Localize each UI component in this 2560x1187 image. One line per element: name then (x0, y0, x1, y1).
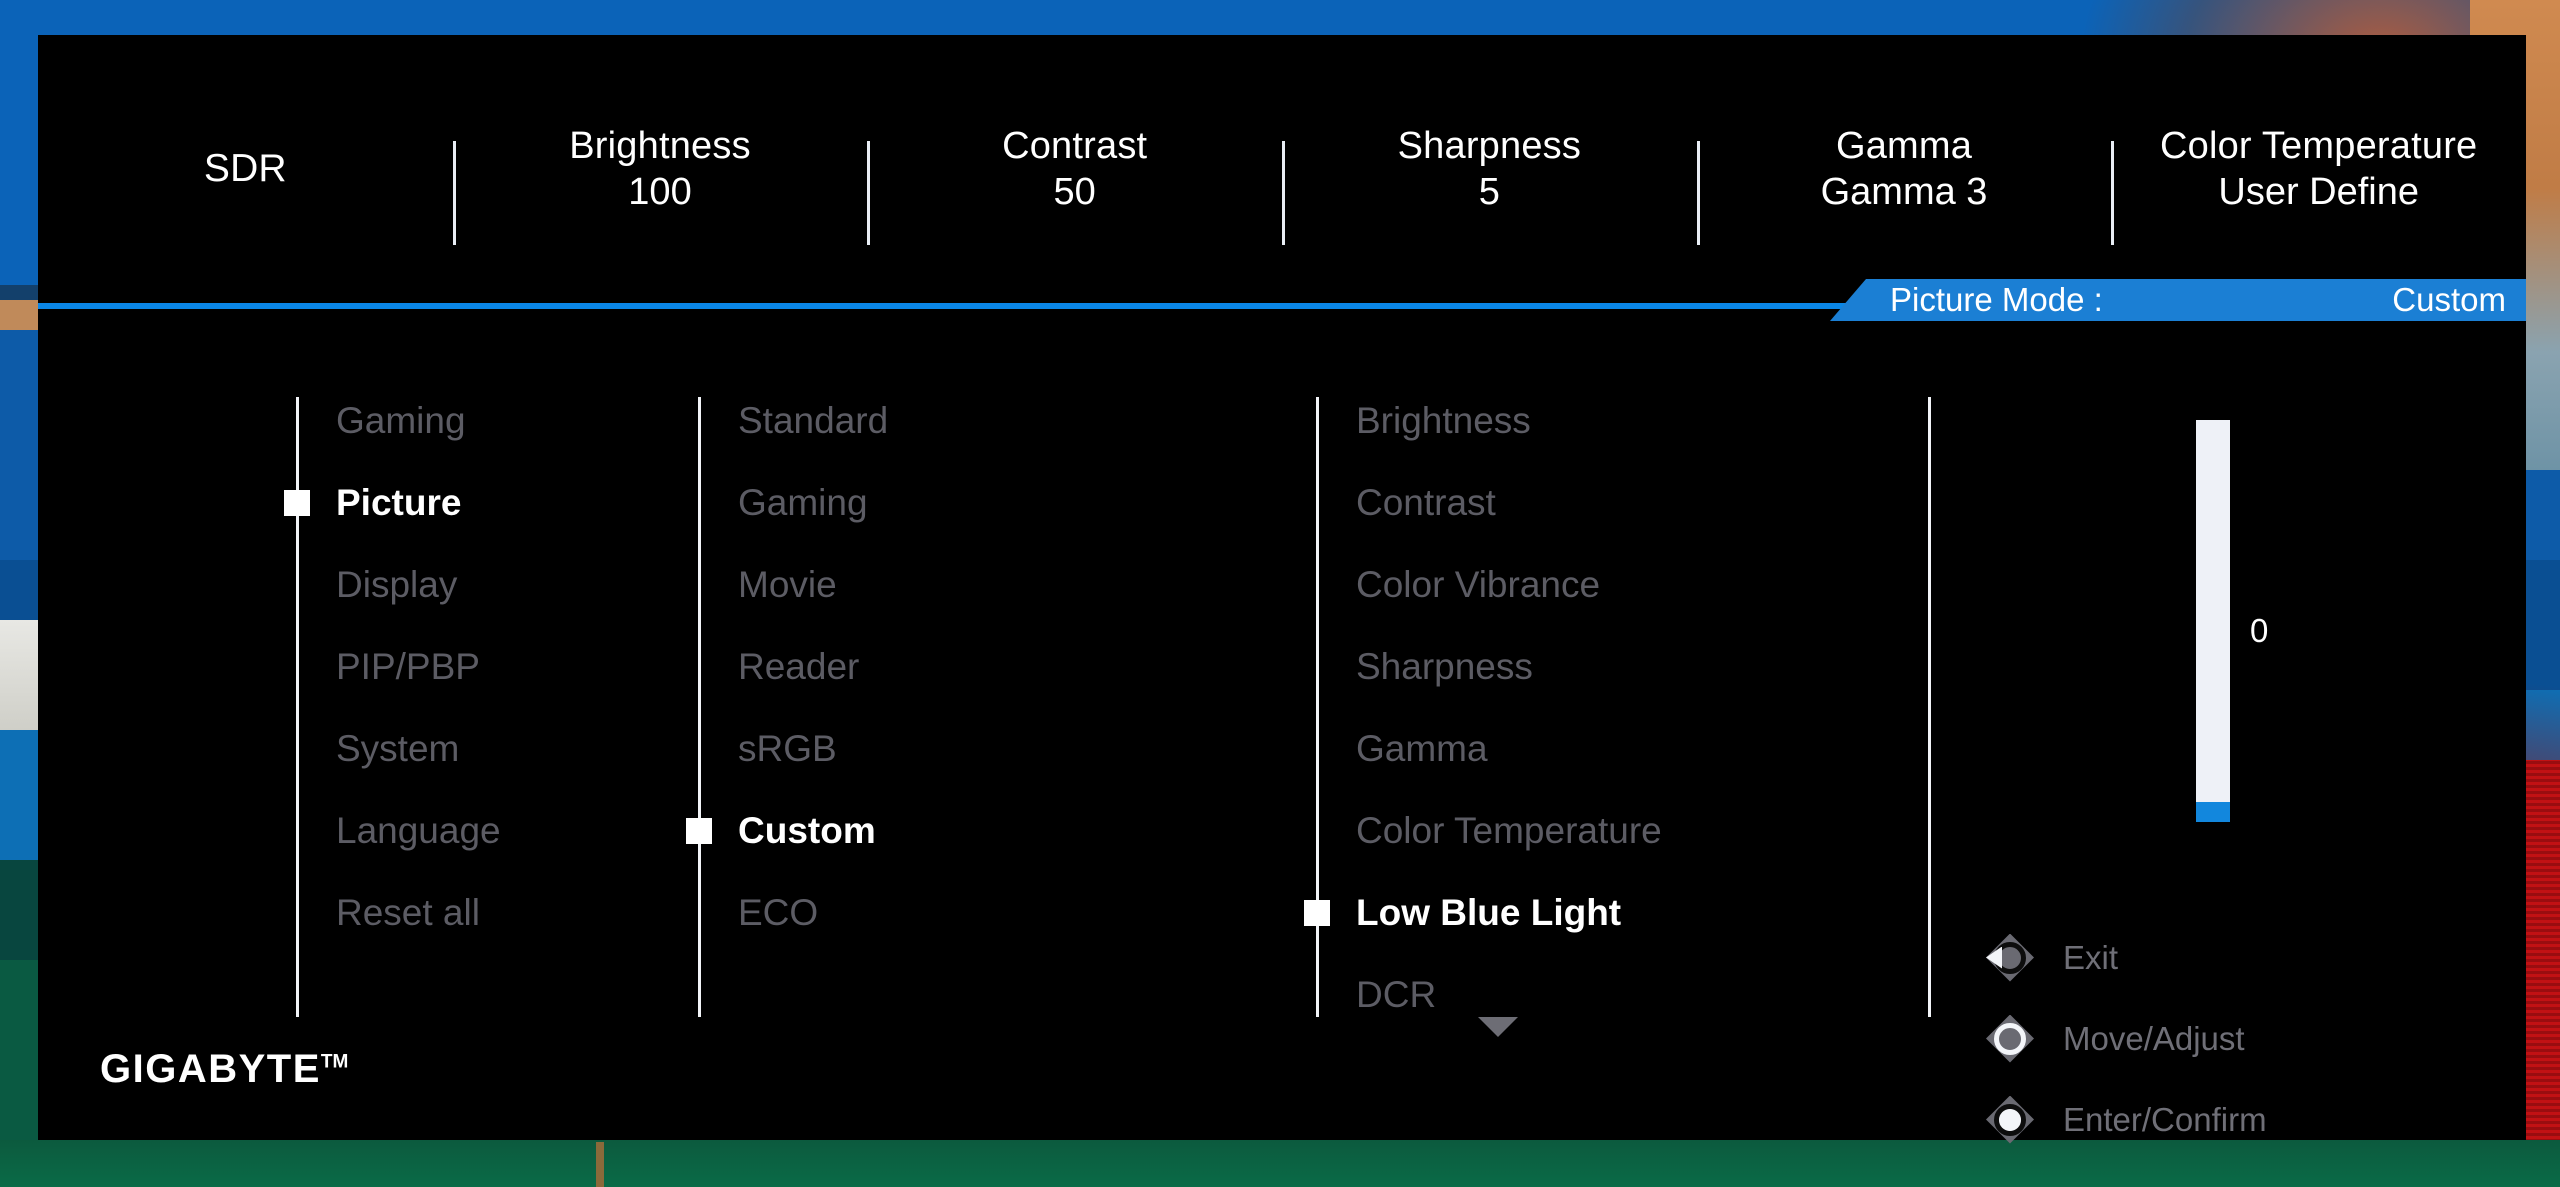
legend-label: Move/Adjust (2063, 1019, 2245, 1057)
selection-marker-icon (1304, 900, 1330, 926)
status-item-label: Color Temperature (2159, 124, 2478, 167)
legend-row-enter-confirm[interactable]: Enter/Confirm (1983, 1079, 2503, 1160)
status-item-sdr: SDR (38, 145, 453, 193)
joystick-dot (2001, 1029, 2019, 1048)
legend-label: Exit (2063, 938, 2119, 976)
menu-item-reader[interactable]: Reader (698, 641, 859, 693)
status-item-value: 50 (1053, 171, 1096, 213)
menu-item-picture[interactable]: Picture (284, 477, 462, 529)
selection-marker-icon (686, 818, 712, 844)
menu-item-label: Color Vibrance (1356, 564, 1601, 605)
picture-mode-value: Custom (2392, 281, 2506, 318)
menu-item-contrast[interactable]: Contrast (1316, 477, 1496, 529)
slider-value-label: 0 (2250, 612, 2269, 649)
control-legend: Exit Move/Adjust Enter/Confirm (1983, 917, 2503, 1160)
osd-status-bar: SDR Brightness 100 Contrast 50 Sharpness… (38, 35, 2526, 303)
background-photo-detail-rope (596, 1142, 604, 1187)
joystick-ring-icon (1983, 1012, 2037, 1066)
joystick-dot (1999, 1108, 2021, 1131)
menu-item-label: PIP/PBP (336, 646, 480, 687)
picture-mode-banner: Picture Mode : Custom (1830, 279, 2526, 321)
menu-column-level1: Gaming Picture Display PIP/PBP System La… (284, 335, 626, 1065)
chevron-down-icon[interactable] (1478, 1017, 1518, 1037)
value-slider[interactable] (2196, 420, 2230, 822)
status-item-value: User Define (2218, 171, 2420, 213)
menu-item-label: Brightness (1356, 400, 1531, 441)
menu-item-label: Reader (738, 646, 860, 687)
slider-track (2196, 420, 2230, 822)
menu-item-custom[interactable]: Custom (686, 805, 876, 857)
brand-name: GIGABYTE (100, 1047, 321, 1091)
menu-column-level2: Standard Gaming Movie Reader sRGB Custom… (686, 335, 1118, 1065)
status-item-value: Gamma 3 (1820, 171, 1988, 213)
status-item-label: SDR (203, 147, 287, 191)
joystick-dot (2001, 948, 2019, 967)
menu-item-gamma[interactable]: Gamma (1316, 723, 1488, 775)
menu-item-srgb[interactable]: sRGB (698, 723, 837, 775)
menu-item-label: Reset all (336, 892, 480, 933)
menu-item-gaming-preset[interactable]: Gaming (698, 477, 868, 529)
status-item-color-temperature: Color Temperature User Define (2111, 123, 2526, 245)
status-item-label: Sharpness (1397, 124, 1582, 167)
menu-item-display[interactable]: Display (296, 559, 457, 611)
status-item-value: 5 (1478, 171, 1500, 213)
menu-item-label: Gaming (336, 400, 466, 441)
menu-item-label: Low Blue Light (1356, 892, 1622, 933)
brand-trademark: TM (320, 1051, 349, 1073)
menu-item-pip-pbp[interactable]: PIP/PBP (296, 641, 480, 693)
picture-mode-label: Picture Mode : (1890, 281, 2103, 318)
status-item-sharpness: Sharpness 5 (1282, 123, 1697, 245)
menu-item-label: Custom (738, 810, 876, 851)
joystick-left-icon (1983, 931, 2037, 985)
menu-item-label: Language (336, 810, 501, 851)
status-item-contrast: Contrast 50 (867, 123, 1282, 245)
menu-item-label: ECO (738, 892, 819, 933)
menu-item-brightness[interactable]: Brightness (1316, 395, 1531, 447)
slider-fill (2196, 801, 2230, 822)
status-item-gamma: Gamma Gamma 3 (1696, 123, 2112, 245)
menu-item-movie[interactable]: Movie (698, 559, 837, 611)
menu-item-label: Standard (738, 400, 889, 441)
menu-item-label: System (336, 728, 460, 769)
menu-item-label: Sharpness (1356, 646, 1533, 687)
status-item-value: 100 (628, 171, 692, 213)
menu-item-language[interactable]: Language (296, 805, 501, 857)
menu-item-label: Contrast (1356, 482, 1496, 523)
menu-item-standard[interactable]: Standard (698, 395, 888, 447)
menu-column-level3: Brightness Contrast Color Vibrance Sharp… (1304, 335, 1936, 1065)
menu-item-dcr[interactable]: DCR (1316, 969, 1436, 1021)
legend-row-exit[interactable]: Exit (1983, 917, 2503, 998)
status-item-label: Brightness (569, 124, 751, 167)
menu-item-label: Display (336, 564, 458, 605)
osd-panel: SDR Brightness 100 Contrast 50 Sharpness… (38, 35, 2526, 1144)
status-item-label: Contrast (1002, 124, 1148, 167)
menu-item-label: Movie (738, 564, 837, 605)
menu-item-label: Picture (336, 482, 462, 523)
menu-item-system[interactable]: System (296, 723, 459, 775)
legend-label: Enter/Confirm (2063, 1100, 2267, 1138)
right-pane-divider (1928, 397, 1931, 1017)
menu-item-label: Color Temperature (1356, 810, 1662, 851)
menu-item-color-vibrance[interactable]: Color Vibrance (1316, 559, 1600, 611)
joystick-center-icon (1983, 1093, 2037, 1147)
menu-item-label: DCR (1356, 974, 1437, 1015)
menu-item-low-blue-light[interactable]: Low Blue Light (1304, 887, 1622, 939)
menu-item-label: sRGB (738, 728, 837, 769)
menu-item-label: Gamma (1356, 728, 1488, 769)
legend-row-move-adjust[interactable]: Move/Adjust (1983, 998, 2503, 1079)
brand-logo: GIGABYTETM (100, 1047, 348, 1092)
menu-item-label: Gaming (738, 482, 868, 523)
status-item-brightness: Brightness 100 (452, 123, 868, 245)
menu-item-sharpness[interactable]: Sharpness (1316, 641, 1533, 693)
menu-item-eco[interactable]: ECO (698, 887, 818, 939)
menu-item-reset-all[interactable]: Reset all (296, 887, 480, 939)
menu-item-color-temperature[interactable]: Color Temperature (1316, 805, 1662, 857)
selection-marker-icon (284, 490, 310, 516)
menu-item-gaming[interactable]: Gaming (296, 395, 466, 447)
status-item-label: Gamma (1835, 124, 1973, 167)
